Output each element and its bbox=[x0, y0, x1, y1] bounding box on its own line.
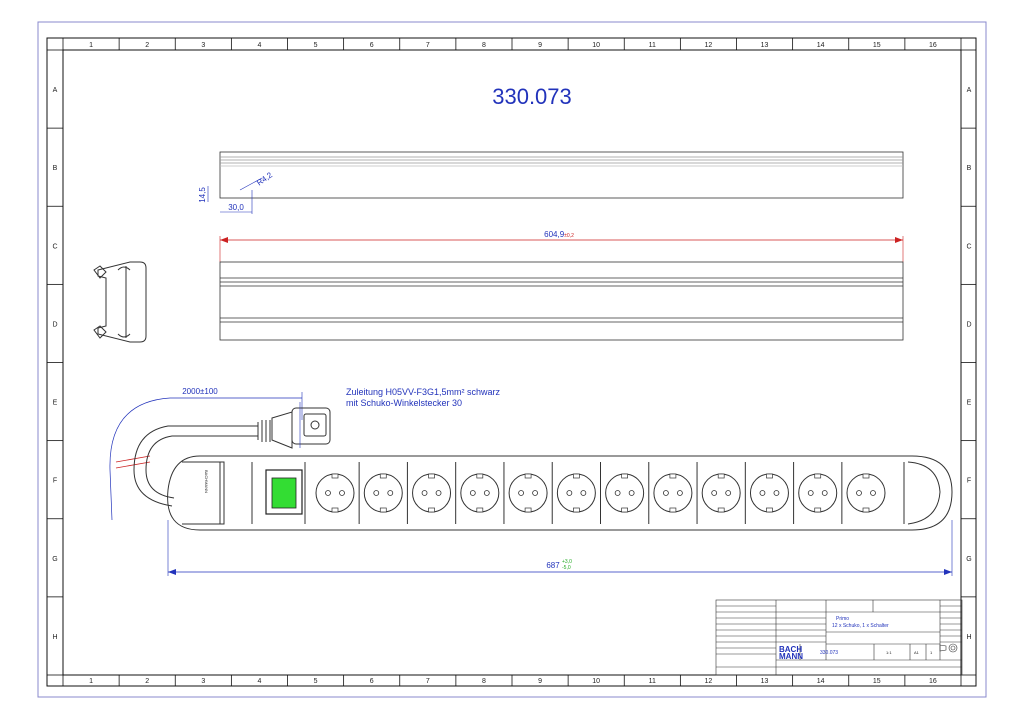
row-label: D bbox=[52, 321, 57, 328]
power-switch bbox=[265, 469, 303, 515]
row-label: C bbox=[966, 243, 971, 250]
schuko-socket bbox=[648, 462, 693, 524]
column-label: 2 bbox=[145, 678, 149, 685]
cable-note-line1: Zuleitung H05VV-F3G1,5mm² schwarz bbox=[346, 387, 501, 397]
strip-brand-label: BACHMANN bbox=[204, 470, 209, 493]
column-label: 7 bbox=[426, 42, 430, 49]
title-block-logo-line2: MANN bbox=[779, 652, 803, 661]
schuko-plug bbox=[257, 402, 331, 449]
strip-length-dimension: 687 +3,0 -5,0 bbox=[167, 520, 953, 576]
column-label: 13 bbox=[761, 42, 769, 49]
row-label: A bbox=[967, 87, 972, 94]
profile-height-dim: 14,5 bbox=[198, 187, 207, 203]
rail-cross-section bbox=[93, 261, 147, 343]
row-label: A bbox=[53, 87, 58, 94]
column-label: 8 bbox=[482, 42, 486, 49]
column-label: 6 bbox=[370, 678, 374, 685]
column-grid-top: 1 2 3 4 5 6 7 8 9 10 11 12 13 14 15 16 bbox=[62, 38, 962, 50]
schuko-socket bbox=[503, 462, 548, 524]
column-label: 12 bbox=[705, 678, 713, 685]
column-label: 1 bbox=[89, 42, 93, 49]
rail-length-value: 604,9±0,2 bbox=[544, 230, 574, 239]
row-label: B bbox=[53, 165, 58, 172]
socket-row bbox=[315, 462, 886, 524]
column-label: 9 bbox=[538, 42, 542, 49]
row-label: B bbox=[967, 165, 972, 172]
sheet-border-inner bbox=[62, 49, 962, 676]
projection-symbol-icon bbox=[939, 643, 958, 653]
column-label: 3 bbox=[201, 42, 205, 49]
row-grid-right: A B C D E F G H bbox=[961, 49, 976, 676]
row-label: D bbox=[966, 321, 971, 328]
row-label: F bbox=[53, 478, 57, 485]
row-label: G bbox=[966, 556, 971, 563]
row-label: G bbox=[52, 556, 57, 563]
sheet-outer-frame bbox=[37, 21, 987, 698]
sheet-border-outer bbox=[46, 37, 977, 687]
schuko-socket bbox=[358, 462, 403, 524]
row-grid-left: A B C D E F G H bbox=[47, 49, 63, 676]
column-label: 13 bbox=[761, 678, 769, 685]
schuko-socket bbox=[551, 462, 596, 524]
column-label: 15 bbox=[873, 678, 881, 685]
column-label: 3 bbox=[201, 678, 205, 685]
row-label: E bbox=[53, 400, 58, 407]
profile-dimensions: 14,5 30,0 R4,2 bbox=[198, 170, 275, 214]
schuko-socket bbox=[455, 462, 500, 524]
column-label: 15 bbox=[873, 42, 881, 49]
column-label: 8 bbox=[482, 678, 486, 685]
column-label: 12 bbox=[705, 42, 713, 49]
schuko-socket bbox=[841, 462, 886, 524]
column-label: 7 bbox=[426, 678, 430, 685]
cable-length-value: 2000±100 bbox=[182, 387, 218, 396]
row-label: F bbox=[967, 478, 971, 485]
column-label: 11 bbox=[649, 678, 656, 685]
row-label: H bbox=[966, 634, 971, 641]
column-label: 10 bbox=[592, 42, 600, 49]
title-block bbox=[715, 599, 963, 676]
title-block-format: A1 bbox=[914, 650, 920, 655]
cable bbox=[133, 425, 258, 507]
schuko-socket bbox=[696, 462, 741, 524]
column-label: 16 bbox=[929, 678, 937, 685]
column-label: 11 bbox=[649, 42, 656, 49]
technical-drawing: 1 2 3 4 5 6 7 8 9 10 11 12 13 14 15 16 1 2 3 4 5 6 7 8 9 10 11 12 1… bbox=[37, 21, 987, 698]
column-label: 4 bbox=[257, 678, 261, 685]
profile-radius-dim: R4,2 bbox=[255, 170, 274, 187]
title-block-sheet: 1 bbox=[930, 650, 933, 655]
title-block-number: 330.073 bbox=[820, 650, 838, 656]
schuko-socket bbox=[744, 462, 789, 524]
column-label: 1 bbox=[89, 678, 93, 685]
part-number-title: 330.073 bbox=[492, 84, 572, 109]
cable-note-line2: mit Schuko-Winkelstecker 30 bbox=[346, 398, 462, 408]
schuko-socket bbox=[600, 462, 645, 524]
column-label: 2 bbox=[145, 42, 149, 49]
column-label: 10 bbox=[592, 678, 600, 685]
row-label: E bbox=[967, 400, 972, 407]
column-label: 9 bbox=[538, 678, 542, 685]
schuko-socket bbox=[793, 462, 838, 524]
title-block-scale: 1:1 bbox=[886, 650, 892, 655]
column-label: 16 bbox=[929, 42, 937, 49]
strip-length-value: 687 bbox=[546, 561, 560, 570]
rail-top-view bbox=[219, 261, 904, 341]
strip-tol-lower: -5,0 bbox=[562, 565, 571, 571]
rail-length-dimension: 604,9±0,2 bbox=[219, 230, 904, 262]
schuko-socket bbox=[315, 473, 355, 513]
profile-width-dim: 30,0 bbox=[228, 203, 244, 212]
column-label: 14 bbox=[817, 42, 825, 49]
column-label: 5 bbox=[314, 42, 318, 49]
column-label: 14 bbox=[817, 678, 825, 685]
title-block-title: Primo bbox=[836, 616, 849, 622]
schuko-socket bbox=[406, 462, 452, 524]
rail-side-view bbox=[219, 151, 904, 199]
column-label: 6 bbox=[370, 42, 374, 49]
row-label: H bbox=[52, 634, 57, 641]
column-label: 5 bbox=[314, 678, 318, 685]
row-label: C bbox=[52, 243, 57, 250]
column-grid-bottom: 1 2 3 4 5 6 7 8 9 10 11 12 13 14 15 16 bbox=[62, 675, 962, 686]
title-block-description: 12 x Schuko, 1 x Schalter bbox=[832, 623, 889, 629]
column-label: 4 bbox=[257, 42, 261, 49]
